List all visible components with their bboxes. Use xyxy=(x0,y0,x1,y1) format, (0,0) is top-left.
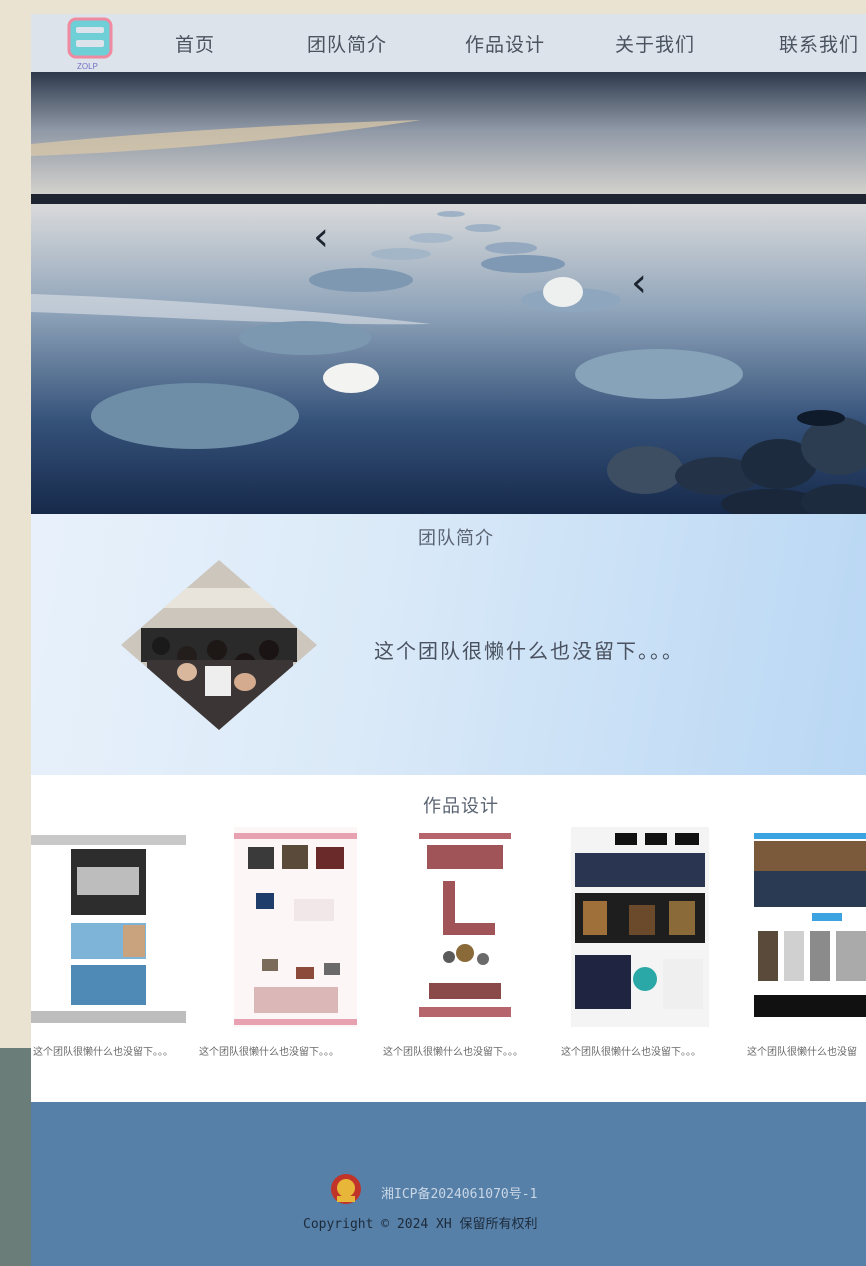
work-thumbnail xyxy=(419,827,511,1027)
work-thumbnail xyxy=(571,827,709,1027)
works-section: 作品设计 这个团队很懒什么也没留下。。。 这个团队很懒什么也没留下。。。 这个团… xyxy=(31,775,866,1102)
nav-item-contact[interactable]: 联系我们 xyxy=(779,30,859,57)
team-intro-title: 团队简介 xyxy=(418,528,494,549)
nav-item-works[interactable]: 作品设计 xyxy=(465,30,545,57)
work-item-5[interactable] xyxy=(754,827,866,1031)
works-title: 作品设计 xyxy=(423,796,499,817)
work-item-2[interactable] xyxy=(234,827,357,1031)
hero-image xyxy=(31,72,866,514)
hero-next-arrow[interactable]: ‹ xyxy=(631,260,647,306)
team-photo xyxy=(121,560,317,730)
police-badge-icon xyxy=(331,1174,361,1204)
team-photo-image xyxy=(121,560,317,730)
work-thumbnail xyxy=(234,827,357,1027)
work-caption-4: 这个团队很懒什么也没留下。。。 xyxy=(561,1047,701,1058)
work-item-3[interactable] xyxy=(419,827,511,1031)
left-bottom-strip xyxy=(0,1048,31,1266)
team-intro-section: 团队简介 这个团队很懒什么也没留下。。。 xyxy=(31,514,866,775)
logo-icon: ZOLP xyxy=(67,17,113,71)
nav-item-home[interactable]: 首页 xyxy=(175,30,215,57)
copyright-text: Copyright © 2024 XH 保留所有权利 xyxy=(303,1217,538,1232)
hero-prev-arrow[interactable]: ‹ xyxy=(313,214,329,260)
navbar: ZOLP 首页 团队简介 作品设计 关于我们 联系我们 xyxy=(31,14,866,72)
team-description: 这个团队很懒什么也没留下。。。 xyxy=(374,639,684,663)
work-thumbnail xyxy=(31,827,186,1027)
icp-license-link[interactable]: 湘ICP备2024061070号-1 xyxy=(381,1183,537,1202)
work-item-1[interactable] xyxy=(31,827,186,1031)
footer: 湘ICP备2024061070号-1 Copyright © 2024 XH 保… xyxy=(31,1102,866,1266)
hero-banner: ‹ ‹ xyxy=(31,72,866,514)
work-caption-3: 这个团队很懒什么也没留下。。。 xyxy=(383,1047,523,1058)
work-caption-1: 这个团队很懒什么也没留下。。。 xyxy=(33,1047,173,1058)
brand-logo[interactable]: ZOLP xyxy=(67,17,115,71)
page: ZOLP 首页 团队简介 作品设计 关于我们 联系我们 ‹ ‹ 团队简介 这个团… xyxy=(31,0,866,1266)
work-caption-2: 这个团队很懒什么也没留下。。。 xyxy=(199,1047,339,1058)
nav-item-team[interactable]: 团队简介 xyxy=(307,30,387,57)
logo-text: ZOLP xyxy=(77,62,98,71)
work-caption-5: 这个团队很懒什么也没留 xyxy=(747,1047,857,1058)
top-spacer xyxy=(31,0,866,14)
nav-item-about[interactable]: 关于我们 xyxy=(615,30,695,57)
work-item-4[interactable] xyxy=(571,827,709,1031)
work-thumbnail xyxy=(754,827,866,1027)
